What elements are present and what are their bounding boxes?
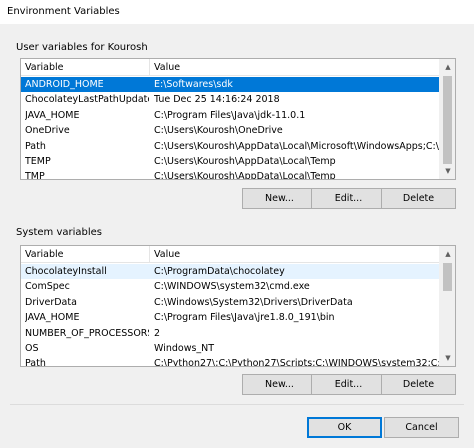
footer-divider (10, 404, 464, 405)
scrollbar-thumb[interactable] (443, 76, 452, 164)
system-variables-label: System variables (16, 227, 103, 238)
table-row[interactable]: TEMP C:\Users\Kourosh\AppData\Local\Temp (21, 154, 440, 169)
variable-name-cell: OS (25, 342, 39, 354)
table-row[interactable]: ComSpec C:\WINDOWS\system32\cmd.exe (21, 279, 440, 294)
variable-value-cell: C:\Users\Kourosh\OneDrive (154, 125, 283, 137)
variable-value-cell: C:\Users\Kourosh\AppData\Local\Temp (154, 171, 336, 180)
variable-name-cell: TMP (25, 171, 45, 180)
table-row[interactable]: JAVA_HOME C:\Program Files\Java\jre1.8.0_… (21, 310, 440, 325)
system-variables-header: Variable Value (21, 246, 440, 263)
variable-name-cell: OneDrive (25, 125, 70, 137)
user-new-button[interactable]: New... (242, 188, 317, 209)
variable-name-cell: Path (25, 140, 46, 152)
variable-value-cell: C:\ProgramData\chocolatey (154, 266, 285, 277)
user-edit-button[interactable]: Edit... (311, 188, 386, 209)
system-delete-button[interactable]: Delete (381, 374, 456, 395)
variable-name-cell: ANDROID_HOME (25, 79, 104, 90)
variable-name-cell: ComSpec (25, 281, 70, 293)
table-row[interactable]: JAVA_HOME C:\Program Files\Java\jdk-11.0.… (21, 108, 440, 123)
user-variables-scrollbar[interactable]: ▲ ▼ (439, 59, 455, 179)
table-row[interactable]: TMP C:\Users\Kourosh\AppData\Local\Temp (21, 169, 440, 180)
title-bar: Environment Variables (0, 0, 474, 24)
column-header-variable[interactable]: Variable (21, 59, 150, 76)
variable-value-cell: 2 (154, 327, 161, 339)
variable-name-cell: ChocolateyLastPathUpdate (25, 94, 149, 106)
scroll-down-arrow-icon[interactable]: ▼ (440, 350, 455, 366)
system-edit-button[interactable]: Edit... (311, 374, 386, 395)
table-row[interactable]: DriverData C:\Windows\System32\Drivers\Dr… (21, 295, 440, 310)
user-variables-rows: ANDROID_HOME E:\Softwares\sdk ChocolateyLa… (21, 77, 440, 180)
scrollbar-thumb[interactable] (443, 263, 452, 291)
table-row[interactable]: OS Windows_NT (21, 341, 440, 356)
variable-value-cell: C:\Windows\System32\Drivers\DriverData (154, 296, 353, 308)
system-variables-rows: ChocolateyInstall C:\ProgramData\chocolat… (21, 264, 440, 367)
variable-name-cell: Path (25, 358, 46, 367)
column-header-variable[interactable]: Variable (21, 246, 150, 263)
variable-name-cell: ChocolateyInstall (25, 266, 107, 277)
variable-value-cell: C:\Python27\;C:\Python27\Scripts;C:\WIND… (154, 358, 439, 367)
scroll-down-arrow-icon[interactable]: ▼ (440, 163, 455, 179)
variable-value-cell: C:\Users\Kourosh\AppData\Local\Temp (154, 155, 336, 167)
table-row[interactable]: ANDROID_HOME E:\Softwares\sdk (21, 77, 440, 93)
system-new-button[interactable]: New... (242, 374, 317, 395)
variable-name-cell: NUMBER_OF_PROCESSORS (25, 327, 149, 339)
table-row[interactable]: ChocolateyInstall C:\ProgramData\chocolat… (21, 264, 440, 280)
scroll-up-arrow-icon[interactable]: ▲ (440, 59, 455, 75)
table-row[interactable]: Path C:\Python27\;C:\Python27\Scripts;C:\… (21, 356, 440, 367)
variable-value-cell: C:\Program Files\Java\jdk-11.0.1 (154, 109, 306, 121)
scroll-up-arrow-icon[interactable]: ▲ (440, 246, 455, 262)
user-delete-button[interactable]: Delete (381, 188, 456, 209)
variable-value-cell: C:\WINDOWS\system32\cmd.exe (154, 281, 310, 293)
system-variables-scrollbar[interactable]: ▲ ▼ (439, 246, 455, 366)
table-row[interactable]: OneDrive C:\Users\Kourosh\OneDrive (21, 123, 440, 138)
variable-name-cell: DriverData (25, 296, 77, 308)
table-row[interactable]: ChocolateyLastPathUpdate Tue Dec 25 14:16… (21, 92, 440, 107)
user-variables-header: Variable Value (21, 59, 440, 76)
column-header-value[interactable]: Value (150, 59, 440, 76)
variable-name-cell: TEMP (25, 155, 51, 167)
user-variables-list[interactable]: Variable Value ANDROID_HOME E:\Softwares\… (20, 58, 456, 180)
system-variables-list[interactable]: Variable Value ChocolateyInstall C:\Progr… (20, 245, 456, 367)
table-row[interactable]: NUMBER_OF_PROCESSORS 2 (21, 326, 440, 341)
variable-value-cell: C:\Users\Kourosh\AppData\Local\Microsoft… (154, 140, 439, 152)
variable-value-cell: E:\Softwares\sdk (154, 79, 233, 90)
variable-name-cell: JAVA_HOME (25, 312, 80, 324)
window-title: Environment Variables (7, 6, 120, 17)
variable-value-cell: Windows_NT (154, 342, 215, 354)
user-variables-label: User variables for Kourosh (16, 42, 148, 53)
variable-value-cell: Tue Dec 25 14:16:24 2018 (154, 94, 280, 106)
column-header-value[interactable]: Value (150, 246, 440, 263)
ok-button[interactable]: OK (307, 417, 382, 438)
cancel-button[interactable]: Cancel (384, 417, 459, 438)
variable-value-cell: C:\Program Files\Java\jre1.8.0_191\bin (154, 312, 335, 324)
table-row[interactable]: Path C:\Users\Kourosh\AppData\Local\Micro… (21, 139, 440, 154)
variable-name-cell: JAVA_HOME (25, 109, 80, 121)
